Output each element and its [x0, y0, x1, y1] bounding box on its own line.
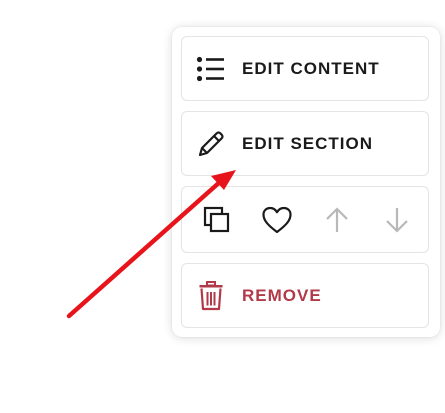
section-context-menu: EDIT CONTENT EDIT SECTION REMOVE [172, 27, 440, 337]
edit-content-label: EDIT CONTENT [242, 58, 380, 78]
section-actions-toolbar [181, 186, 429, 253]
remove-label: REMOVE [242, 285, 322, 305]
duplicate-icon[interactable] [200, 203, 234, 237]
edit-section-label: EDIT SECTION [242, 133, 374, 153]
edit-section-button[interactable]: EDIT SECTION [181, 111, 429, 176]
remove-button[interactable]: REMOVE [181, 263, 429, 328]
edit-content-button[interactable]: EDIT CONTENT [181, 36, 429, 101]
trash-icon [196, 280, 226, 311]
pencil-icon [196, 129, 226, 159]
heart-icon[interactable] [260, 203, 294, 237]
list-icon [196, 54, 226, 84]
arrow-down-icon[interactable] [380, 203, 414, 237]
arrow-up-icon[interactable] [320, 203, 354, 237]
screenshot-stage: EDIT CONTENT EDIT SECTION REMOVE [0, 0, 445, 413]
